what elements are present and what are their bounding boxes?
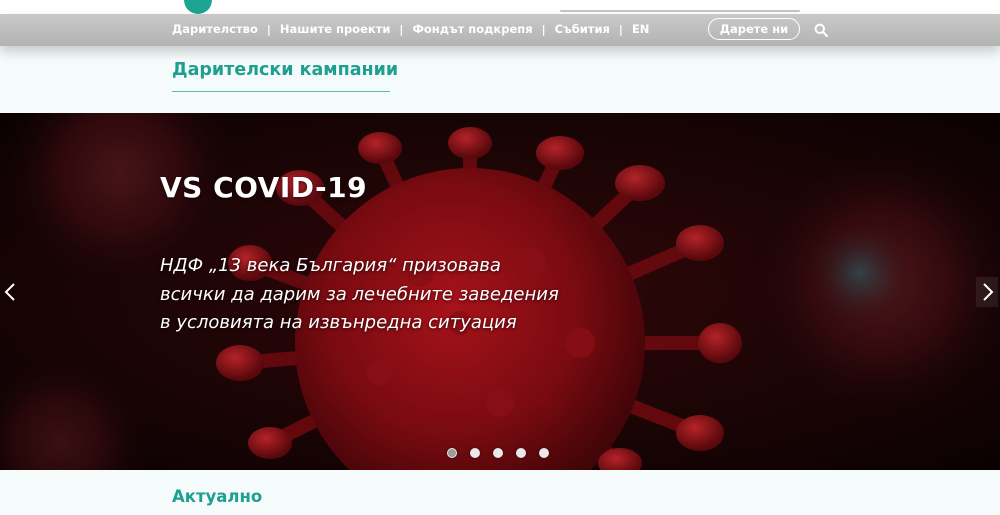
hero-carousel[interactable]: VS COVID-19 НДФ „13 века България“ призо… [0,113,1000,470]
search-icon[interactable] [814,23,828,37]
carousel-dot[interactable] [493,448,503,458]
carousel-pagination [447,448,562,458]
hero-title: VS COVID-19 [160,171,368,204]
hero-text-line: НДФ „13 века България“ призовава [160,255,501,276]
nav-item-our-projects[interactable]: Нашите проекти [280,22,391,36]
carousel-dot[interactable] [447,448,457,458]
donation-campaigns-title: Дарителски кампании [172,60,399,80]
hero-text-line: в условията на извънредна ситуация [160,312,517,333]
nav-separator: | [399,22,404,36]
news-section-title: Актуално [172,487,263,506]
nav-separator: | [541,22,546,36]
main-menu: Дарителство | Нашите проекти | Фондът по… [172,22,649,36]
header-decoration [560,10,800,12]
carousel-dot[interactable] [516,448,526,458]
logo[interactable] [184,0,212,14]
nav-item-events[interactable]: Събития [555,22,610,36]
hero-text-line: всички да дарим за лечебните заведения [160,283,559,305]
nav-separator: | [266,22,271,36]
hero-description: НДФ „13 века България“ призовава всички … [160,252,600,338]
carousel-prev-arrow-icon[interactable] [0,277,22,307]
donate-button[interactable]: Дарете ни [708,18,800,40]
nav-item-donating[interactable]: Дарителство [172,22,258,36]
carousel-dot[interactable] [539,448,549,458]
nav-item-fund-supports[interactable]: Фондът подкрепя [412,22,532,36]
nav-item-language-en[interactable]: EN [632,22,649,36]
main-navigation-bar: Дарителство | Нашите проекти | Фондът по… [0,14,1000,46]
nav-separator: | [618,22,623,36]
top-header-strip [0,0,1000,14]
title-underline [172,91,390,92]
carousel-dot[interactable] [470,448,480,458]
carousel-next-arrow-icon[interactable] [976,277,998,307]
